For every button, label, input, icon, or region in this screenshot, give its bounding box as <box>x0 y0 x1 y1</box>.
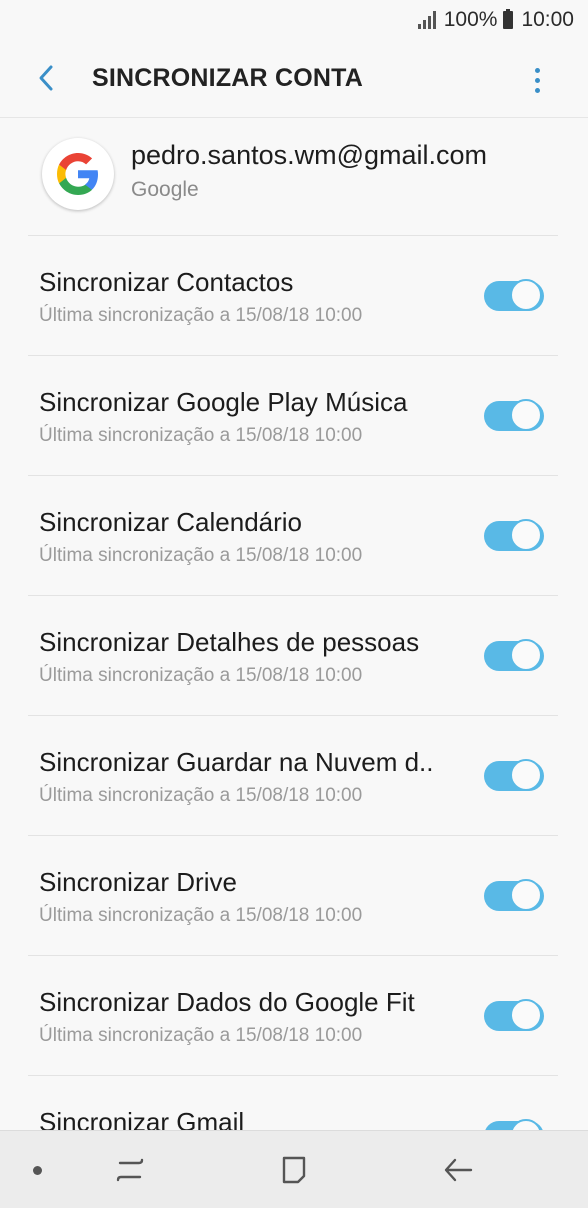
battery-icon <box>503 9 514 29</box>
sync-item-people-details[interactable]: Sincronizar Detalhes de pessoas Última s… <box>0 596 588 716</box>
sync-item-subtitle: Última sincronização a 15/08/18 10:00 <box>39 665 363 686</box>
sync-item-title: Sincronizar Dados do Google Fit <box>39 987 415 1017</box>
recent-apps-icon <box>116 1158 144 1182</box>
sync-item-subtitle: Última sincronização a 15/08/18 10:00 <box>39 305 363 326</box>
sync-item-calendar[interactable]: Sincronizar Calendário Última sincroniza… <box>0 476 588 596</box>
more-options-button[interactable] <box>520 58 554 102</box>
sync-toggle[interactable] <box>484 879 544 912</box>
sync-item-subtitle: Última sincronização a 15/08/18 10:00 <box>39 545 363 566</box>
sync-item-subtitle: Última sincronização a 15/08/18 10:00 <box>39 425 363 446</box>
sync-toggle[interactable] <box>484 639 544 672</box>
recent-apps-button[interactable] <box>112 1153 148 1187</box>
sync-toggle[interactable] <box>484 519 544 552</box>
sync-item-title: Sincronizar Drive <box>39 867 237 897</box>
google-logo-icon <box>57 153 98 195</box>
sync-toggle[interactable] <box>484 999 544 1032</box>
nav-dot-icon <box>33 1166 42 1175</box>
avatar <box>42 138 114 210</box>
sync-item-cloud-save[interactable]: Sincronizar Guardar na Nuvem d.. Última … <box>0 716 588 836</box>
home-button[interactable] <box>276 1153 312 1187</box>
sync-toggle[interactable] <box>484 759 544 792</box>
sync-item-subtitle: Última sincronização a 15/08/18 10:00 <box>39 1025 363 1046</box>
sync-list: Sincronizar Contactos Última sincronizaç… <box>0 236 588 1196</box>
sync-item-title: Sincronizar Calendário <box>39 507 303 537</box>
navigation-bar <box>0 1130 588 1208</box>
sync-item-title: Sincronizar Google Play Música <box>39 387 408 417</box>
sync-item-contacts[interactable]: Sincronizar Contactos Última sincronizaç… <box>0 236 588 356</box>
battery-percent: 100% <box>443 8 498 31</box>
sync-item-title: Sincronizar Contactos <box>39 267 294 297</box>
account-email: pedro.santos.wm@gmail.com <box>131 140 488 170</box>
sync-item-subtitle: Última sincronização a 15/08/18 10:00 <box>39 905 363 926</box>
sync-toggle[interactable] <box>484 399 544 432</box>
sync-item-title: Sincronizar Guardar na Nuvem d.. <box>39 747 434 777</box>
sync-item-drive[interactable]: Sincronizar Drive Última sincronização a… <box>0 836 588 956</box>
sync-item-google-fit[interactable]: Sincronizar Dados do Google Fit Última s… <box>0 956 588 1076</box>
account-header: pedro.santos.wm@gmail.com Google <box>0 118 588 236</box>
app-bar: SINCRONIZAR CONTA <box>0 40 588 118</box>
sync-item-subtitle: Última sincronização a 15/08/18 10:00 <box>39 785 363 806</box>
account-provider: Google <box>131 178 199 201</box>
signal-icon <box>417 11 436 29</box>
sync-item-play-music[interactable]: Sincronizar Google Play Música Última si… <box>0 356 588 476</box>
more-options-icon <box>534 67 540 73</box>
page-title: SINCRONIZAR CONTA <box>92 64 363 92</box>
sync-toggle[interactable] <box>484 279 544 312</box>
status-time: 10:00 <box>521 8 574 31</box>
back-nav-icon <box>444 1158 473 1182</box>
back-nav-button[interactable] <box>440 1153 476 1187</box>
back-arrow-icon <box>39 65 53 91</box>
back-button[interactable] <box>26 58 66 98</box>
sync-item-title: Sincronizar Detalhes de pessoas <box>39 627 420 657</box>
home-icon <box>282 1156 306 1184</box>
status-bar: 100% 10:00 <box>0 0 588 40</box>
